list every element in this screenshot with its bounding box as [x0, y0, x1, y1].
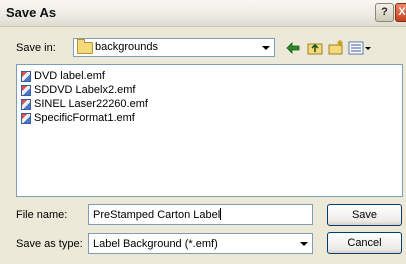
file-item-name: SpecificFormat1.emf — [34, 112, 135, 124]
save-in-label: Save in: — [16, 42, 56, 54]
help-button[interactable]: ? — [375, 3, 394, 22]
text-caret — [220, 208, 222, 220]
emf-file-icon — [21, 84, 31, 96]
up-folder-icon[interactable] — [306, 39, 324, 57]
file-item-name: SINEL Laser22260.emf — [34, 98, 148, 110]
save-in-value: backgrounds — [95, 41, 158, 53]
emf-file-icon — [21, 98, 31, 110]
file-name-input[interactable]: PreStamped Carton Label — [88, 204, 313, 225]
save-button[interactable]: Save — [327, 204, 402, 226]
file-item[interactable]: SDDVD Labelx2.emf — [21, 83, 136, 97]
save-as-type-label: Save as type: — [16, 238, 83, 250]
save-as-type-dropdown[interactable]: Label Background (*.emf) — [88, 233, 313, 254]
new-folder-icon[interactable] — [327, 39, 345, 57]
window-title: Save As — [6, 5, 57, 20]
back-icon[interactable] — [284, 39, 302, 57]
file-item[interactable]: SINEL Laser22260.emf — [21, 97, 148, 111]
emf-file-icon — [21, 70, 31, 82]
file-list[interactable]: DVD label.emf SDDVD Labelx2.emf SINEL La… — [16, 64, 403, 197]
cancel-button[interactable]: Cancel — [327, 232, 402, 254]
file-name-value: PreStamped Carton Label — [93, 209, 221, 221]
file-name-label: File name: — [16, 209, 68, 221]
save-in-dropdown[interactable]: backgrounds — [73, 38, 275, 57]
emf-file-icon — [21, 112, 31, 124]
title-bar: Save As ? X — [0, 0, 406, 27]
save-as-type-value: Label Background (*.emf) — [93, 238, 218, 250]
folder-icon — [77, 39, 93, 54]
file-item-name: SDDVD Labelx2.emf — [34, 84, 136, 96]
close-button[interactable]: X — [395, 3, 406, 22]
chevron-down-icon[interactable] — [258, 40, 273, 55]
file-item-name: DVD label.emf — [34, 70, 105, 82]
views-menu-icon[interactable] — [348, 39, 372, 57]
chevron-down-icon[interactable] — [296, 236, 311, 251]
file-item[interactable]: SpecificFormat1.emf — [21, 111, 135, 125]
file-item[interactable]: DVD label.emf — [21, 69, 105, 83]
